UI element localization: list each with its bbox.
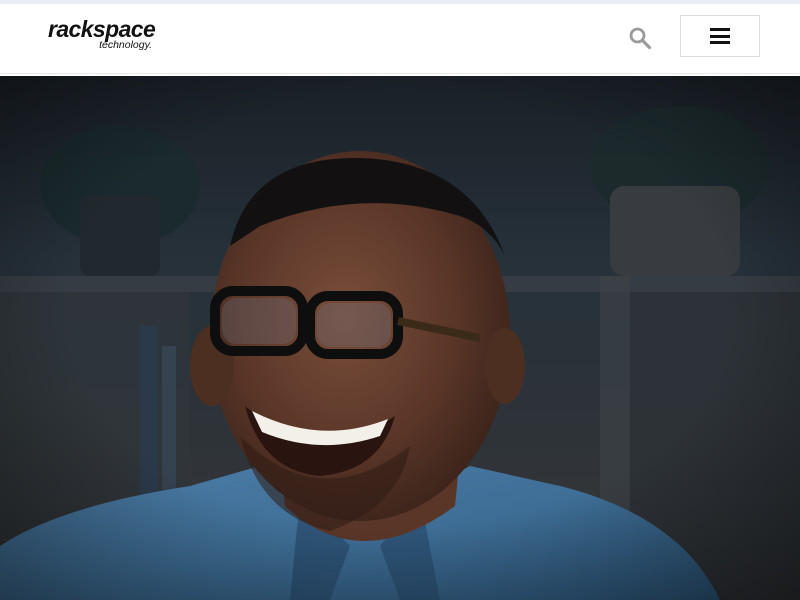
search-button[interactable] [624,22,656,54]
hero-image [0,76,800,600]
search-icon [629,27,652,50]
site-header: rackspace technology. [0,4,800,74]
menu-button[interactable] [680,15,760,57]
hamburger-menu-icon [710,28,730,44]
logo-tagline: technology. [99,39,152,51]
hero-photo-illustration [0,76,800,600]
rackspace-logo[interactable]: rackspace technology. [48,16,158,56]
